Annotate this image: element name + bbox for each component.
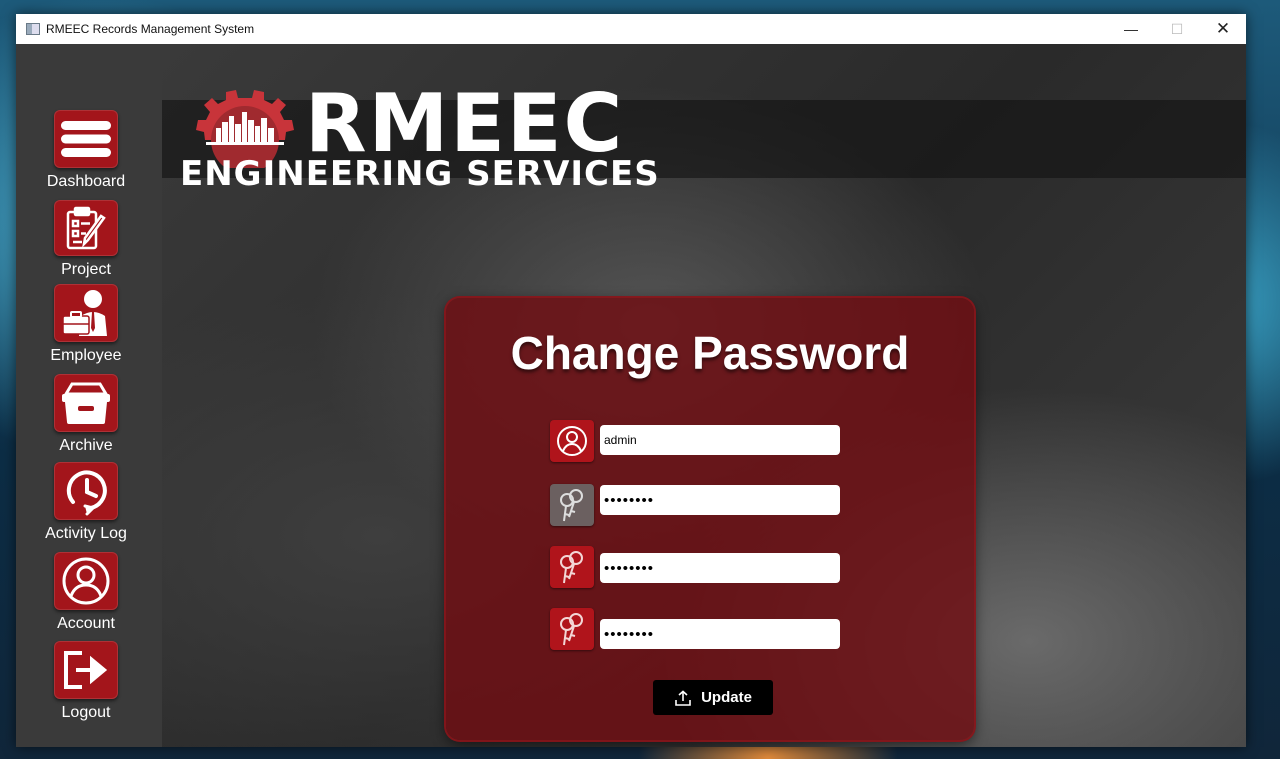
- old-password-field-icon: [550, 484, 594, 526]
- confirm-password-field-icon: [550, 608, 594, 650]
- maximize-button[interactable]: ☐: [1154, 14, 1200, 44]
- logo-title: RMEEC: [305, 77, 625, 170]
- menu-icon: [61, 121, 111, 157]
- new-password-field[interactable]: [600, 553, 840, 583]
- logo-subtitle: ENGINEERING SERVICES: [180, 154, 660, 194]
- minimize-icon: —: [1124, 21, 1138, 37]
- sidebar: Dashboard Project Employee Archive Activ…: [16, 44, 162, 747]
- panel-title: Change Password: [510, 327, 910, 379]
- upload-icon: [675, 689, 691, 706]
- company-logo: RMEEC ENGINEERING SERVICES: [180, 82, 659, 195]
- update-button-label: Update: [701, 689, 752, 706]
- archive-box-icon: [62, 382, 110, 424]
- sidebar-item-label: Employee: [50, 347, 122, 364]
- sidebar-item-label: Activity Log: [45, 525, 127, 542]
- clipboard-edit-icon: [66, 206, 106, 250]
- sidebar-item-label: Logout: [61, 704, 111, 721]
- user-circle-icon: [62, 557, 110, 605]
- sidebar-item-account[interactable]: Account: [16, 552, 156, 633]
- sidebar-item-archive[interactable]: Archive: [16, 374, 156, 455]
- username-field-icon: [550, 420, 594, 462]
- minimize-button[interactable]: —: [1108, 14, 1154, 44]
- username-field[interactable]: [600, 425, 840, 455]
- update-button[interactable]: Update: [653, 680, 773, 715]
- sidebar-item-project[interactable]: Project: [16, 200, 156, 279]
- logout-icon: [64, 651, 108, 689]
- sidebar-item-logout[interactable]: Logout: [16, 641, 156, 722]
- change-password-panel: Change Password admin •••••••• •••••••• …: [446, 298, 974, 740]
- content-area: RMEEC ENGINEERING SERVICES Change Passwo…: [162, 44, 1246, 747]
- new-password-field-icon: [550, 546, 594, 588]
- app-window: RMEEC Records Management System — ☐ ✕ Da…: [16, 14, 1246, 747]
- confirm-password-field[interactable]: [600, 619, 840, 649]
- employee-briefcase-icon: [62, 290, 107, 336]
- close-button[interactable]: ✕: [1200, 14, 1246, 44]
- sidebar-item-dashboard[interactable]: Dashboard: [16, 110, 156, 191]
- app-icon: [26, 23, 40, 35]
- maximize-icon: ☐: [1170, 20, 1184, 37]
- keys-icon: [560, 613, 583, 646]
- sidebar-item-activity-log[interactable]: Activity Log: [16, 462, 156, 543]
- sidebar-item-employee[interactable]: Employee: [16, 284, 156, 365]
- sidebar-item-label: Dashboard: [46, 173, 126, 190]
- keys-icon: [560, 489, 583, 522]
- keys-icon: [560, 551, 583, 584]
- sidebar-item-label: Project: [61, 261, 111, 278]
- history-clock-icon: [66, 470, 107, 516]
- window-title: RMEEC Records Management System: [46, 22, 255, 36]
- close-icon: ✕: [1215, 19, 1231, 38]
- sidebar-item-label: Archive: [59, 437, 113, 454]
- sidebar-item-label: Account: [57, 615, 115, 632]
- user-icon: [557, 426, 587, 456]
- old-password-field[interactable]: [600, 485, 840, 515]
- title-bar: RMEEC Records Management System — ☐ ✕: [16, 14, 1246, 44]
